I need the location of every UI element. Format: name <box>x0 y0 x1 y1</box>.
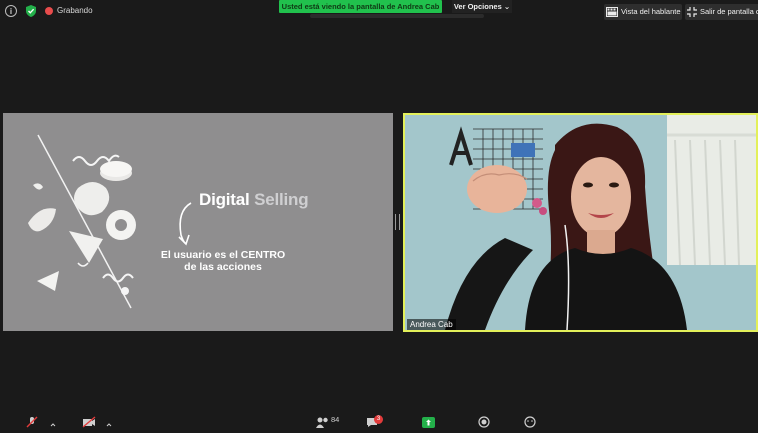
slide-subtitle-line-2: de las acciones <box>184 261 262 273</box>
video-off-icon[interactable] <box>82 415 96 433</box>
record-icon[interactable] <box>478 415 490 433</box>
exit-fullscreen-label: Salir de pantalla co <box>700 7 758 16</box>
participant-video-tile[interactable]: Andrea Cab <box>403 113 758 332</box>
top-bar: i Grabando Usted está viendo la pantalla… <box>0 0 758 24</box>
chevron-up-icon[interactable] <box>106 415 112 433</box>
shared-screen[interactable]: Digital Selling El usuario es el CENTRO … <box>3 113 393 331</box>
exit-fullscreen-icon <box>687 7 697 18</box>
speaker-view-button[interactable]: Vista del hablante <box>604 4 682 20</box>
view-options-label: Ver Opciones <box>453 2 502 11</box>
slide-subtitle: El usuario es el CENTRO de las acciones <box>157 249 289 273</box>
speaker-view-icon <box>606 7 618 18</box>
speaker-view-label: Vista del hablante <box>621 7 681 16</box>
bottom-toolbar: 84 3 <box>0 412 758 428</box>
share-screen-icon[interactable] <box>422 415 435 433</box>
chevron-up-icon[interactable] <box>50 415 56 433</box>
screen-share-banner: Usted está viendo la pantalla de Andrea … <box>279 0 442 13</box>
info-icon[interactable]: i <box>5 5 17 17</box>
exit-fullscreen-button[interactable]: Salir de pantalla co <box>685 4 758 20</box>
slide-subtitle-line-1: El usuario es el CENTRO <box>160 249 286 261</box>
shield-icon[interactable] <box>24 4 38 18</box>
geometric-shapes-illustration <box>28 134 192 309</box>
chevron-down-icon: ⌄ <box>503 2 511 11</box>
slide-title-word-2: Selling <box>254 190 309 209</box>
microphone-muted-icon[interactable] <box>26 415 38 433</box>
recording-label[interactable]: Grabando <box>57 6 93 15</box>
split-divider-handle[interactable] <box>395 214 400 230</box>
participant-name-tag: Andrea Cab <box>407 319 456 330</box>
reactions-icon[interactable] <box>524 415 536 433</box>
recording-dot-icon <box>45 7 53 15</box>
participants-icon[interactable] <box>316 415 329 433</box>
chat-badge: 3 <box>374 415 383 424</box>
slide-title-word-1: Digital <box>199 190 250 209</box>
slide-title: Digital Selling <box>199 190 309 210</box>
participants-count[interactable]: 84 <box>331 415 339 424</box>
view-options-button[interactable]: Ver Opciones ⌄ <box>452 0 512 13</box>
participant-video-frame <box>405 115 756 330</box>
share-banner-underline <box>310 14 484 18</box>
